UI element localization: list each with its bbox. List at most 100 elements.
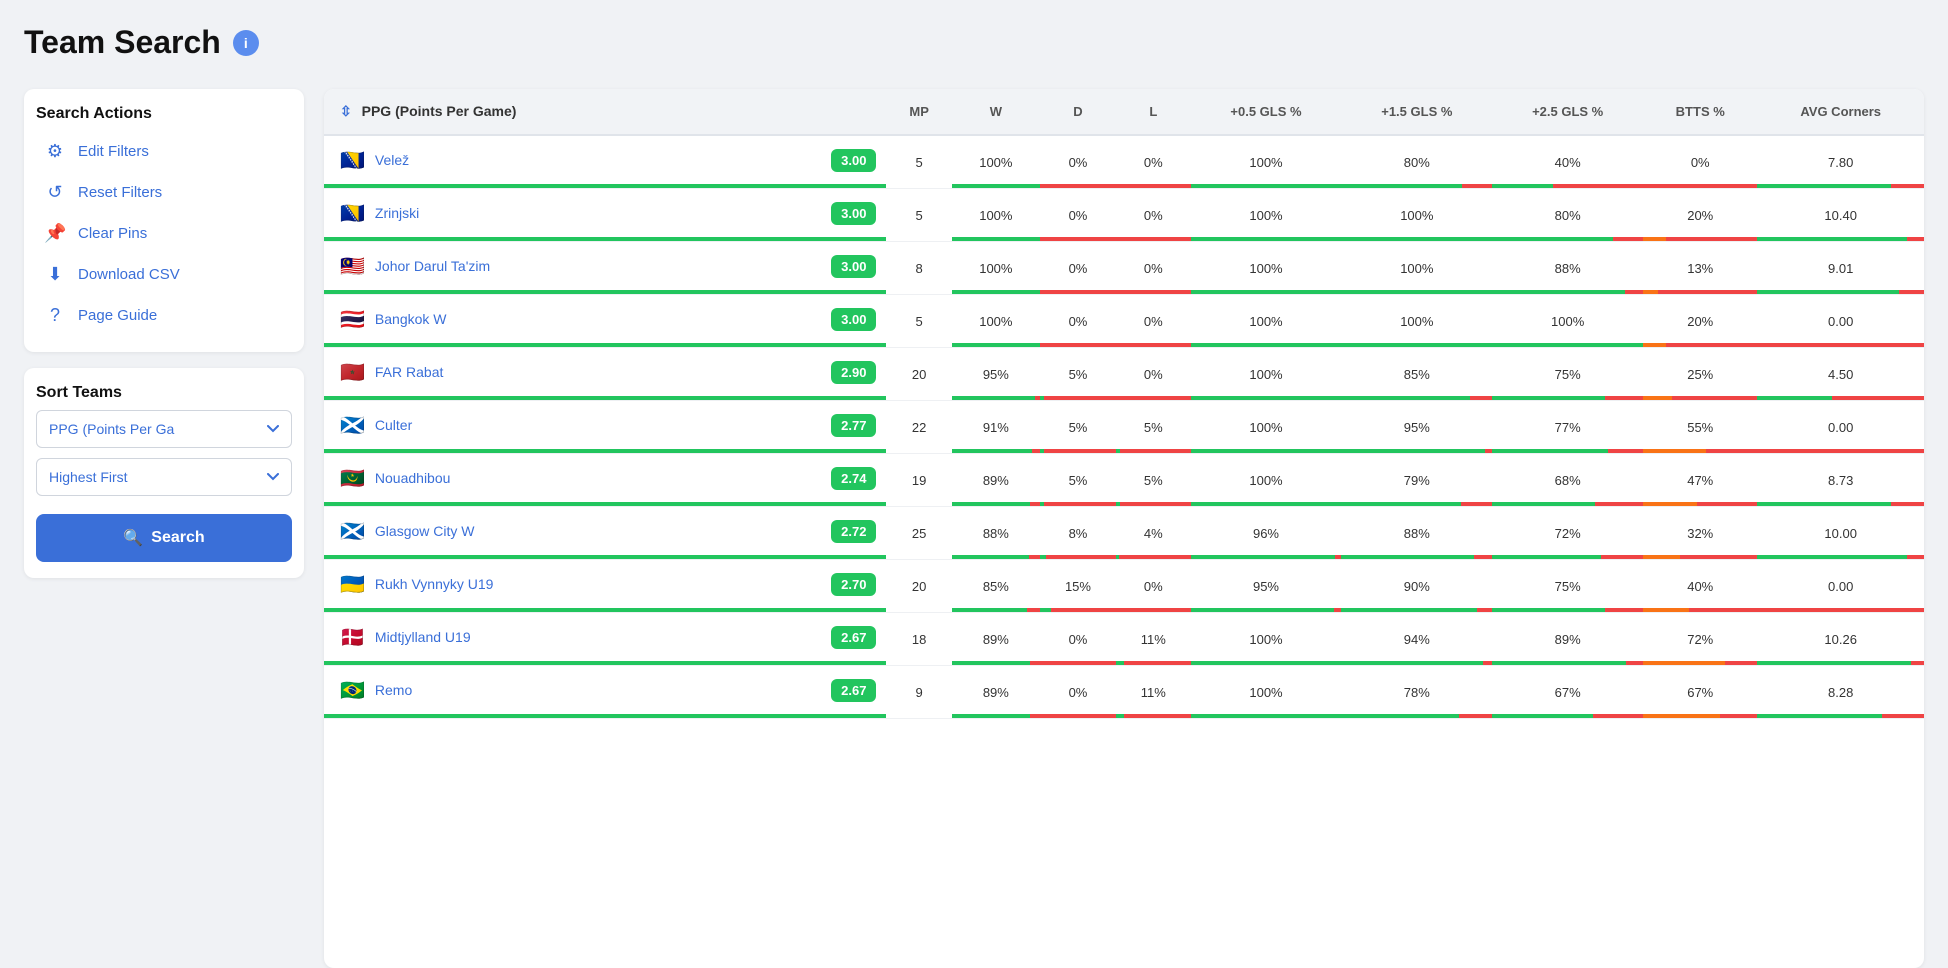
action-edit-filters[interactable]: ⚙ Edit Filters	[36, 131, 292, 172]
pin-icon: 📌	[44, 223, 66, 244]
team-name-3[interactable]: Bangkok W	[375, 311, 447, 327]
team-name-2[interactable]: Johor Darul Ta'zim	[375, 258, 490, 274]
team-name-8[interactable]: Rukh Vynnyky U19	[375, 576, 494, 592]
ppg-badge-9: 2.67	[831, 626, 876, 649]
l-cell-9: 11%	[1116, 613, 1191, 666]
w-cell-7: 88%	[952, 507, 1040, 560]
team-name-6[interactable]: Nouadhibou	[375, 470, 451, 486]
team-name-5[interactable]: Culter	[375, 417, 412, 433]
edit-filters-label: Edit Filters	[78, 143, 149, 160]
sort-col-label: PPG (Points Per Game)	[362, 103, 517, 119]
btts-cell-4: 25%	[1643, 348, 1757, 401]
gls25-cell-1: 80%	[1492, 189, 1643, 242]
gls15-cell-4: 85%	[1341, 348, 1492, 401]
reset-icon: ↺	[44, 182, 66, 203]
mp-cell-9: 18	[886, 613, 951, 666]
team-cell-10: 🇧🇷 Remo 2.67	[324, 666, 886, 719]
sort-order-select[interactable]: Highest First	[36, 458, 292, 496]
clear-pins-label: Clear Pins	[78, 225, 147, 242]
w-cell-8: 85%	[952, 560, 1040, 613]
main-content: Search Actions ⚙ Edit Filters ↺ Reset Fi…	[24, 89, 1924, 968]
team-cell-8: 🇺🇦 Rukh Vynnyky U19 2.70	[324, 560, 886, 613]
d-cell-4: 5%	[1040, 348, 1116, 401]
sort-by-select[interactable]: PPG (Points Per Ga	[36, 410, 292, 448]
team-name-0[interactable]: Velež	[375, 152, 409, 168]
team-name-1[interactable]: Zrinjski	[375, 205, 419, 221]
gls25-cell-0: 40%	[1492, 135, 1643, 189]
mp-cell-8: 20	[886, 560, 951, 613]
l-cell-5: 5%	[1116, 401, 1191, 454]
ppg-badge-4: 2.90	[831, 361, 876, 384]
gls15-cell-1: 100%	[1341, 189, 1492, 242]
team-name-7[interactable]: Glasgow City W	[375, 523, 475, 539]
gls15-cell-3: 100%	[1341, 295, 1492, 348]
info-icon[interactable]: i	[233, 30, 259, 56]
action-clear-pins[interactable]: 📌 Clear Pins	[36, 213, 292, 254]
avg-corners-cell-8: 0.00	[1757, 560, 1924, 613]
action-reset-filters[interactable]: ↺ Reset Filters	[36, 172, 292, 213]
team-name-9[interactable]: Midtjylland U19	[375, 629, 471, 645]
gls25-cell-10: 67%	[1492, 666, 1643, 719]
col-btts: BTTS %	[1643, 89, 1757, 135]
gls15-cell-9: 94%	[1341, 613, 1492, 666]
action-download-csv[interactable]: ⬇ Download CSV	[36, 254, 292, 295]
gls25-cell-6: 68%	[1492, 454, 1643, 507]
table-area: ⇳ PPG (Points Per Game) MP W D L +0.5 GL…	[324, 89, 1924, 968]
d-cell-0: 0%	[1040, 135, 1116, 189]
team-name-10[interactable]: Remo	[375, 682, 412, 698]
gls05-cell-2: 100%	[1191, 242, 1342, 295]
table-row: 🇲🇦 FAR Rabat 2.90 20 95% 5% 0%	[324, 348, 1924, 401]
avg-corners-cell-1: 10.40	[1757, 189, 1924, 242]
team-flag-4: 🇲🇦	[340, 360, 365, 385]
gls05-cell-3: 100%	[1191, 295, 1342, 348]
team-cell-5: 🏴󠁧󠁢󠁳󠁣󠁴󠁿 Culter 2.77	[324, 401, 886, 454]
mp-cell-0: 5	[886, 135, 951, 189]
page-guide-label: Page Guide	[78, 307, 157, 324]
gls05-cell-0: 100%	[1191, 135, 1342, 189]
avg-corners-cell-7: 10.00	[1757, 507, 1924, 560]
search-button[interactable]: 🔍 Search	[36, 514, 292, 562]
btts-cell-5: 55%	[1643, 401, 1757, 454]
table-row: 🇺🇦 Rukh Vynnyky U19 2.70 20 85% 15% 0%	[324, 560, 1924, 613]
w-cell-10: 89%	[952, 666, 1040, 719]
table-row: 🇧🇦 Zrinjski 3.00 5 100% 0% 0%	[324, 189, 1924, 242]
d-cell-9: 0%	[1040, 613, 1116, 666]
w-cell-1: 100%	[952, 189, 1040, 242]
team-name-4[interactable]: FAR Rabat	[375, 364, 443, 380]
col-team[interactable]: ⇳ PPG (Points Per Game)	[324, 89, 886, 135]
col-avg-corners: AVG Corners	[1757, 89, 1924, 135]
team-flag-5: 🏴󠁧󠁢󠁳󠁣󠁴󠁿	[340, 413, 365, 438]
gls15-cell-7: 88%	[1341, 507, 1492, 560]
avg-corners-cell-0: 7.80	[1757, 135, 1924, 189]
avg-corners-cell-3: 0.00	[1757, 295, 1924, 348]
team-cell-4: 🇲🇦 FAR Rabat 2.90	[324, 348, 886, 401]
action-page-guide[interactable]: ? Page Guide	[36, 295, 292, 336]
w-cell-3: 100%	[952, 295, 1040, 348]
btts-cell-1: 20%	[1643, 189, 1757, 242]
sort-icon: ⇳	[340, 103, 352, 119]
team-flag-8: 🇺🇦	[340, 572, 365, 597]
l-cell-1: 0%	[1116, 189, 1191, 242]
question-icon: ?	[44, 305, 66, 326]
mp-cell-2: 8	[886, 242, 951, 295]
w-cell-2: 100%	[952, 242, 1040, 295]
table-row: 🇧🇦 Velež 3.00 5 100% 0% 0%	[324, 135, 1924, 189]
gls25-cell-5: 77%	[1492, 401, 1643, 454]
l-cell-3: 0%	[1116, 295, 1191, 348]
ppg-badge-5: 2.77	[831, 414, 876, 437]
d-cell-5: 5%	[1040, 401, 1116, 454]
table-row: 🇲🇾 Johor Darul Ta'zim 3.00 8 100% 0% 0%	[324, 242, 1924, 295]
l-cell-10: 11%	[1116, 666, 1191, 719]
gls15-cell-5: 95%	[1341, 401, 1492, 454]
gls15-cell-2: 100%	[1341, 242, 1492, 295]
team-flag-2: 🇲🇾	[340, 254, 365, 279]
btts-cell-3: 20%	[1643, 295, 1757, 348]
search-actions-panel: Search Actions ⚙ Edit Filters ↺ Reset Fi…	[24, 89, 304, 352]
gls25-cell-9: 89%	[1492, 613, 1643, 666]
gls15-cell-0: 80%	[1341, 135, 1492, 189]
col-l: L	[1116, 89, 1191, 135]
btts-cell-9: 72%	[1643, 613, 1757, 666]
gls05-cell-9: 100%	[1191, 613, 1342, 666]
mp-cell-3: 5	[886, 295, 951, 348]
team-cell-3: 🇹🇭 Bangkok W 3.00	[324, 295, 886, 348]
